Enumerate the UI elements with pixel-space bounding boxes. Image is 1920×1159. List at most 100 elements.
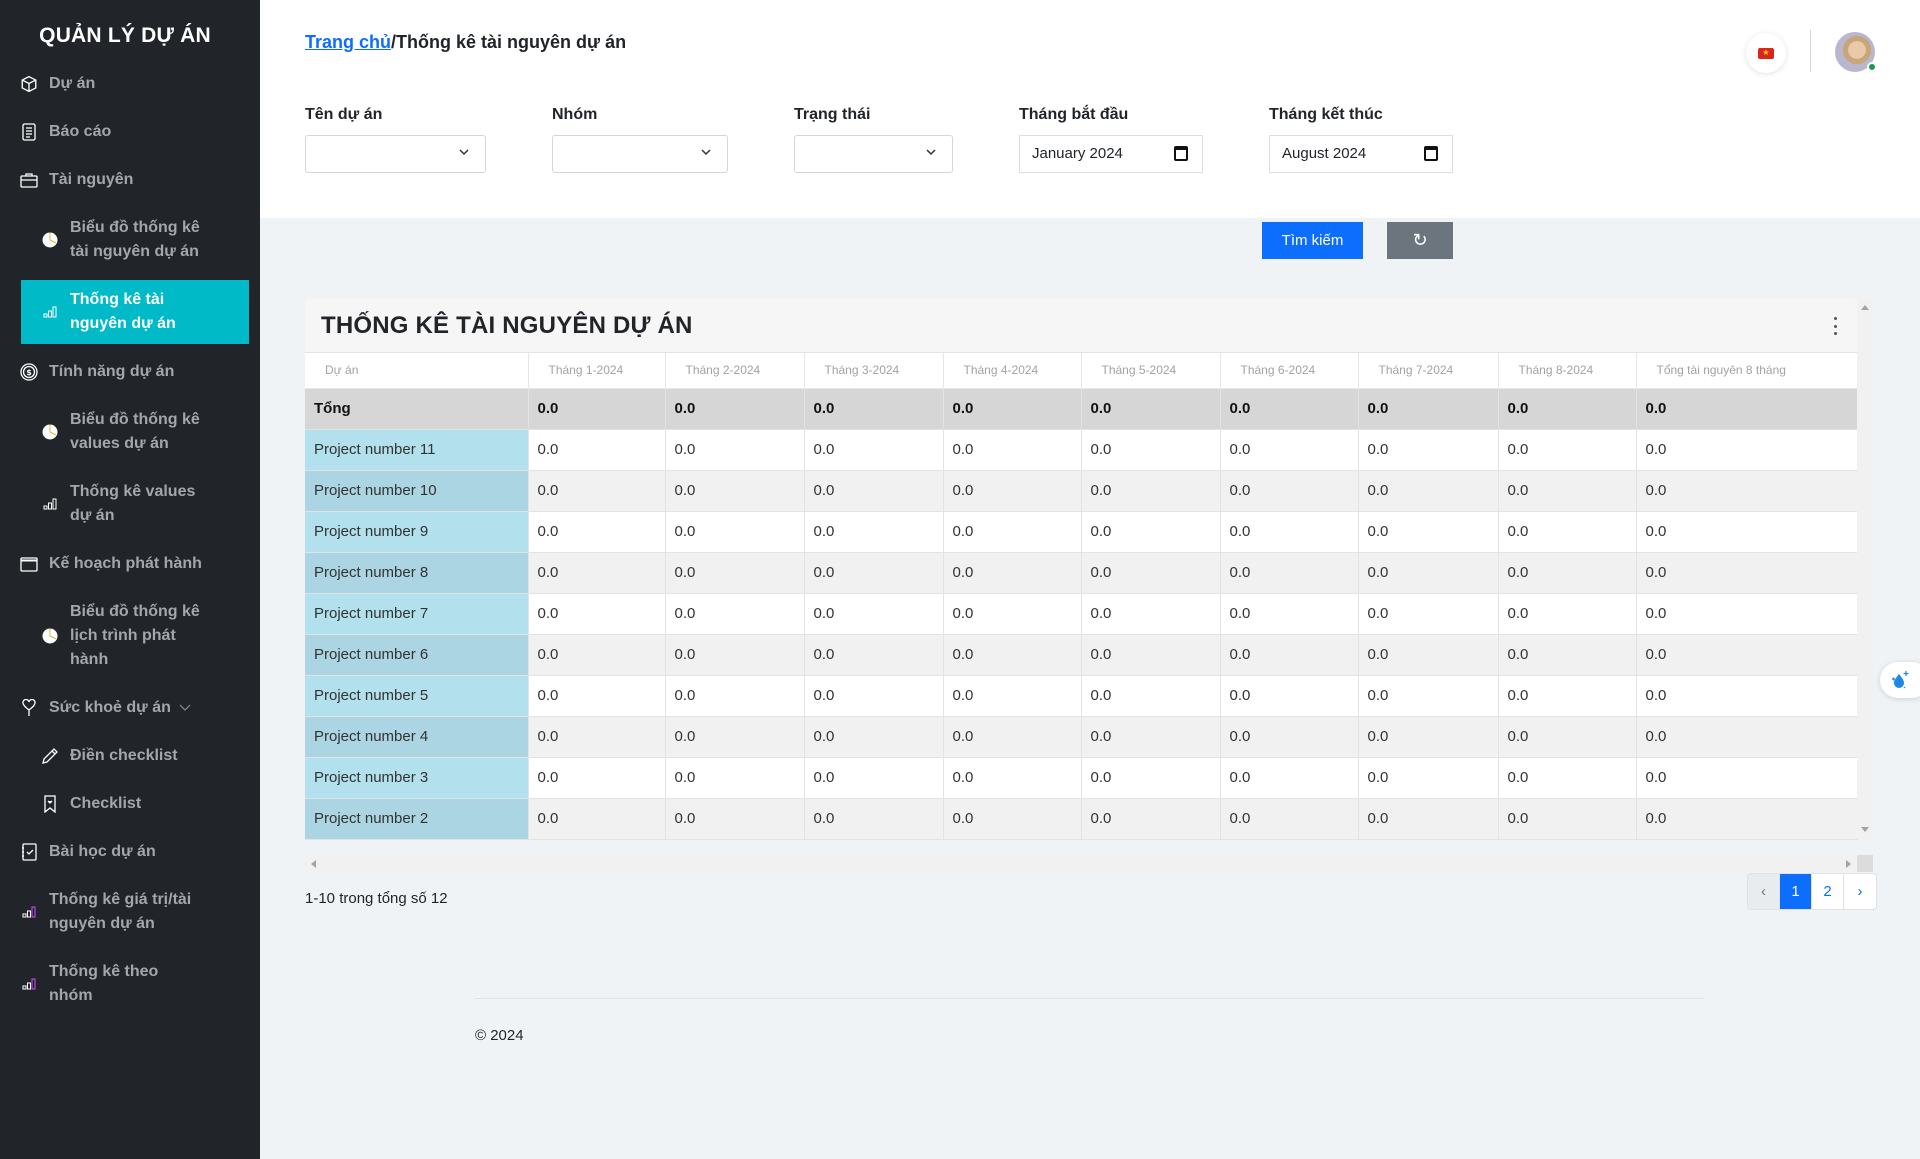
sidebar-item-ke-hoach-phat-hanh[interactable]: Kế hoạch phát hành	[19, 552, 202, 576]
status-select[interactable]	[794, 135, 953, 173]
vertical-scrollbar[interactable]	[1857, 299, 1873, 838]
table-row[interactable]: Project number 9 0.0 0.0 0.0 0.0 0.0 0.0 0.0 0.0…	[305, 511, 1858, 553]
resource-value-cell: 0.0	[665, 675, 805, 717]
card-header: THỐNG KÊ TÀI NGUYÊN DỰ ÁN	[305, 299, 1857, 353]
reset-icon: ↻	[1412, 230, 1428, 250]
sidebar-item-label: Điền checklist	[70, 747, 178, 764]
search-button[interactable]: Tìm kiếm	[1262, 222, 1363, 259]
sidebar-item-label: Tính năng dự án	[49, 363, 175, 380]
group-select[interactable]	[552, 135, 728, 173]
sidebar-item-du-an[interactable]: Dự án	[19, 72, 95, 96]
sidebar-item-suc-khoe[interactable]: Sức khoẻ dự án	[19, 696, 191, 720]
resource-value-cell: 0.0	[665, 798, 805, 840]
column-header[interactable]: Tháng 3-2024	[804, 353, 944, 389]
breadcrumb-current: Thống kê tài nguyên dự án	[396, 32, 627, 52]
project-name-select[interactable]	[305, 135, 486, 173]
resource-value-cell: 0.0	[1220, 757, 1359, 799]
chevron-down-icon	[459, 149, 469, 156]
sidebar-item-thong-ke-nhom[interactable]: Thống kê theo nhóm	[19, 960, 158, 1008]
resource-value-cell: 0.0	[1081, 470, 1221, 512]
pagination-range-text: 1-10 trong tổng số 12	[305, 890, 448, 907]
sidebar-item-checklist[interactable]: Checklist	[40, 792, 240, 816]
resource-value-cell: 0.0	[804, 511, 944, 553]
table-row[interactable]: Project number 7 0.0 0.0 0.0 0.0 0.0 0.0 0.0 0.0…	[305, 593, 1858, 635]
sidebar-item-bao-cao[interactable]: Báo cáo	[19, 120, 111, 144]
sidebar-item-bai-hoc[interactable]: Bài học dự án	[19, 840, 156, 864]
end-month-input[interactable]: August 2024	[1269, 135, 1453, 173]
column-header-project[interactable]: Dự án	[305, 353, 529, 389]
label-line: values dự án	[70, 435, 169, 452]
resource-value-cell: 0.0	[1081, 552, 1221, 594]
sidebar-item-bieu-do-tai-nguyen[interactable]: Biểu đồ thống kê tài nguyên dự án	[40, 216, 240, 264]
sidebar-item-bieu-do-lich-trinh[interactable]: Biểu đồ thống kê lịch trình phát hành	[40, 600, 240, 672]
pagination-next-button[interactable]: ›	[1844, 874, 1876, 909]
scroll-down-arrow-icon[interactable]	[1861, 827, 1869, 832]
calendar-icon[interactable]	[1424, 146, 1438, 161]
resource-value-cell: 0.0	[1358, 634, 1499, 676]
breadcrumb-home-link[interactable]: Trang chủ	[305, 32, 391, 52]
sidebar-item-tai-nguyen[interactable]: Tài nguyên	[19, 168, 133, 192]
sidebar-item-bieu-do-values[interactable]: Biểu đồ thống kê values dự án	[40, 408, 240, 456]
column-header[interactable]: Tháng 4-2024	[943, 353, 1082, 389]
column-header[interactable]: Tháng 6-2024	[1220, 353, 1359, 389]
pagination-page-2[interactable]: 2	[1812, 874, 1844, 909]
resource-value-cell: 0.0	[943, 593, 1082, 635]
column-header[interactable]: Tháng 5-2024	[1081, 353, 1221, 389]
table-row[interactable]: Project number 4 0.0 0.0 0.0 0.0 0.0 0.0 0.0 0.0…	[305, 716, 1858, 758]
resource-value-cell: 0.0	[1498, 552, 1637, 594]
column-header[interactable]: Tháng 7-2024	[1358, 353, 1499, 389]
resource-value-cell: 0.0	[1636, 593, 1858, 635]
start-month-input[interactable]: January 2024	[1019, 135, 1203, 173]
column-header[interactable]: Tháng 8-2024	[1498, 353, 1637, 389]
table-row[interactable]: Project number 11 0.0 0.0 0.0 0.0 0.0 0.0 0.0 0.…	[305, 429, 1858, 471]
resource-value-cell: 0.0	[528, 470, 666, 512]
resource-value-cell: 0.0	[1636, 798, 1858, 840]
resource-value-cell: 0.0	[943, 429, 1082, 471]
horizontal-scrollbar[interactable]	[305, 855, 1857, 872]
column-header[interactable]: Tháng 1-2024	[528, 353, 666, 389]
vietnam-flag-icon: ★	[1758, 47, 1774, 59]
resource-value-cell: 0.0	[1358, 757, 1499, 799]
sidebar-item-label: Thống kê tài nguyên dự án	[70, 288, 176, 336]
table-row[interactable]: Project number 6 0.0 0.0 0.0 0.0 0.0 0.0 0.0 0.0…	[305, 634, 1858, 676]
resource-value-cell: 0.0	[1081, 757, 1221, 799]
sidebar-item-label: Thống kê values dự án	[70, 480, 195, 528]
total-value-cell: 0.0	[804, 388, 944, 430]
sidebar-item-label: Thống kê theo nhóm	[49, 960, 158, 1008]
sidebar-item-thong-ke-gia-tri[interactable]: Thống kê giá trị/tài nguyên dự án	[19, 888, 191, 936]
sidebar-item-tinh-nang[interactable]: $ Tính năng dự án	[19, 360, 174, 384]
scroll-up-arrow-icon[interactable]	[1861, 305, 1869, 310]
resource-value-cell: 0.0	[1081, 716, 1221, 758]
column-header[interactable]: Tổng tài nguyên 8 tháng	[1636, 353, 1858, 389]
resource-value-cell: 0.0	[1636, 757, 1858, 799]
table-row[interactable]: Project number 3 0.0 0.0 0.0 0.0 0.0 0.0 0.0 0.0…	[305, 757, 1858, 799]
floating-assistant-button[interactable]	[1880, 662, 1920, 698]
table-row[interactable]: Project number 8 0.0 0.0 0.0 0.0 0.0 0.0 0.0 0.0…	[305, 552, 1858, 594]
sidebar-item-label: Báo cáo	[49, 123, 112, 140]
table-row[interactable]: Project number 5 0.0 0.0 0.0 0.0 0.0 0.0 0.0 0.0…	[305, 675, 1858, 717]
column-header[interactable]: Tháng 2-2024	[665, 353, 805, 389]
pagination-prev-button[interactable]: ‹	[1748, 874, 1780, 909]
resource-value-cell: 0.0	[1498, 675, 1637, 717]
scroll-left-arrow-icon[interactable]	[311, 860, 316, 868]
pagination-page-1[interactable]: 1	[1780, 874, 1812, 909]
scroll-right-arrow-icon[interactable]	[1846, 860, 1851, 868]
reset-button[interactable]: ↻	[1387, 222, 1453, 259]
resource-stats-table: Dự án Tháng 1-2024 Tháng 2-2024 Tháng 3-202…	[305, 353, 1858, 840]
resource-value-cell: 0.0	[804, 634, 944, 676]
sidebar-item-thong-ke-values[interactable]: Thống kê values dự án	[40, 480, 240, 528]
resource-value-cell: 0.0	[665, 716, 805, 758]
sidebar-item-thong-ke-tai-nguyen[interactable]: Thống kê tài nguyên dự án	[21, 280, 249, 344]
box-icon	[19, 74, 39, 94]
footer-divider	[475, 998, 1704, 999]
table-row[interactable]: Project number 10 0.0 0.0 0.0 0.0 0.0 0.0 0.0 0.…	[305, 470, 1858, 512]
resource-value-cell: 0.0	[1220, 552, 1359, 594]
table-row[interactable]: Project number 2 0.0 0.0 0.0 0.0 0.0 0.0 0.0 0.0…	[305, 798, 1858, 840]
more-options-icon[interactable]	[1832, 317, 1838, 335]
user-avatar[interactable]	[1835, 32, 1877, 72]
calendar-icon[interactable]	[1174, 146, 1188, 161]
resource-value-cell: 0.0	[1498, 634, 1637, 676]
label-line: Thống kê giá trị/tài	[49, 891, 192, 908]
language-switcher[interactable]: ★	[1746, 33, 1786, 73]
sidebar-item-dien-checklist[interactable]: Điền checklist	[40, 744, 240, 768]
